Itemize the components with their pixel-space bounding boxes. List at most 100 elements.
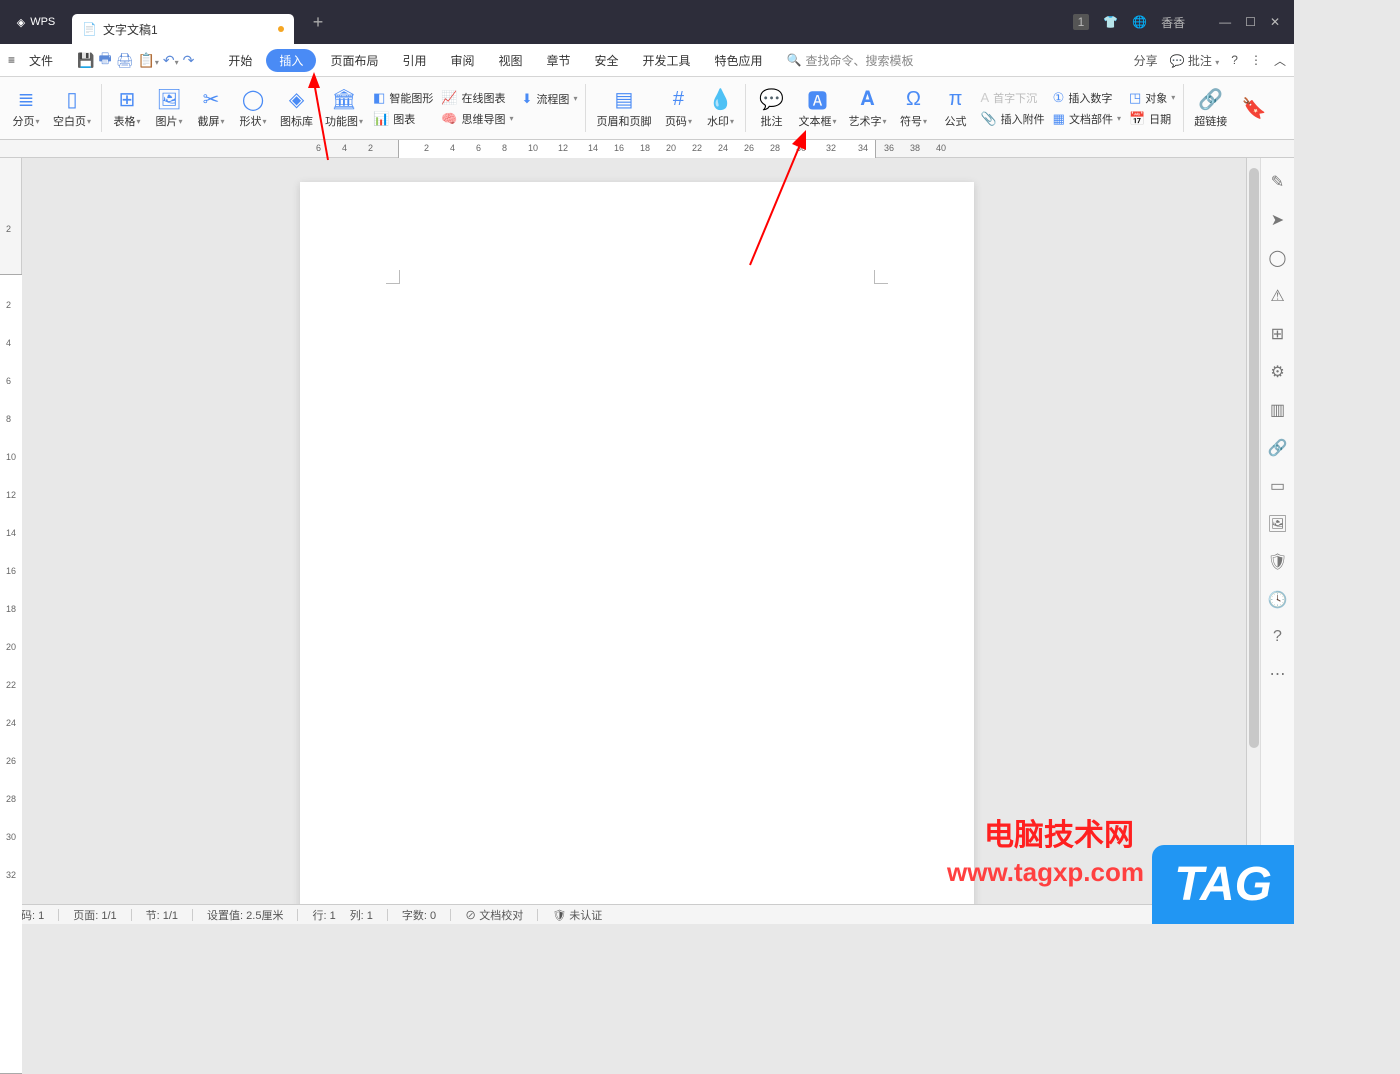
document-page[interactable] (300, 182, 974, 904)
cursor-icon[interactable]: ➤ (1271, 210, 1284, 230)
blank-page-button[interactable]: ▯空白页▾ (48, 85, 96, 131)
comment-toggle[interactable]: 💬 批注 ▾ (1170, 52, 1220, 69)
icon-lib-button[interactable]: ◈图标库 (275, 85, 318, 131)
tab-dev-tools[interactable]: 开发工具 (633, 48, 701, 73)
header-footer-button[interactable]: ▤页眉和页脚 (591, 85, 656, 131)
print-icon[interactable]: 🖨 (116, 52, 134, 69)
card-icon[interactable]: ▭ (1270, 476, 1285, 496)
more-dots-icon[interactable]: ⋯ (1270, 664, 1286, 684)
save-icon[interactable]: 💾 (77, 52, 94, 69)
scrollbar-vertical[interactable] (1246, 158, 1260, 904)
text-box-button[interactable]: 🅰文本框▾ (793, 85, 841, 131)
shapes-button[interactable]: ◯形状▾ (233, 85, 273, 131)
smart-art-button[interactable]: ◧智能图形 (370, 89, 436, 107)
status-row[interactable]: 行: 1 (312, 907, 335, 923)
hamburger-icon[interactable]: ≡ (8, 53, 15, 67)
bookmark-button[interactable]: 🔖 (1234, 94, 1274, 122)
tab-insert[interactable]: 插入 (266, 49, 316, 72)
print-preview-icon[interactable]: 🖶 (98, 48, 111, 72)
layers-icon[interactable]: ▥ (1270, 400, 1285, 420)
notif-badge[interactable]: 1 (1073, 14, 1090, 30)
status-col[interactable]: 列: 1 (350, 907, 373, 923)
question-icon[interactable]: ? (1273, 628, 1282, 646)
symbol-button[interactable]: Ω符号▾ (893, 85, 933, 131)
insert-number-button[interactable]: ①插入数字 (1050, 89, 1124, 107)
online-chart-button[interactable]: 📈在线图表 (438, 89, 516, 107)
paste-icon[interactable]: 📋▾ (137, 52, 158, 69)
mind-map-button[interactable]: 🧠思维导图▾ (438, 110, 516, 128)
status-set-value[interactable]: 设置值: 2.5厘米 (207, 907, 283, 923)
canvas[interactable] (22, 158, 1246, 904)
search-icon[interactable]: 🔍 (787, 53, 802, 67)
word-art-button[interactable]: 𝐀艺术字▾ (843, 85, 891, 131)
tab-view[interactable]: 视图 (488, 48, 532, 73)
scrollbar-thumb[interactable] (1249, 168, 1259, 748)
image-icon[interactable]: 🖼 (1267, 514, 1287, 534)
tab-security[interactable]: 安全 (585, 48, 629, 73)
tab-chapter[interactable]: 章节 (537, 48, 581, 73)
page-break-button[interactable]: ≣分页▾ (6, 85, 46, 131)
undo-icon[interactable]: ↶▾ (163, 52, 179, 69)
comment-button[interactable]: 💬批注 (751, 85, 791, 131)
settings-icon[interactable]: ⚙ (1270, 362, 1284, 382)
chart-button[interactable]: 📊图表 (370, 110, 436, 128)
watermark-url: www.tagxp.com (947, 857, 1144, 888)
new-tab-button[interactable]: + (304, 8, 332, 36)
watermark-button[interactable]: 💧水印▾ (700, 85, 740, 131)
date-button[interactable]: 📅日期 (1126, 110, 1178, 128)
grid-icon[interactable]: ⊞ (1271, 324, 1284, 344)
table-button[interactable]: ⊞表格▾ (107, 85, 147, 131)
statusbar: 页码: 1 页面: 1/1 节: 1/1 设置值: 2.5厘米 行: 1 列: … (0, 904, 1294, 924)
ruler-vertical[interactable]: 2 2 4 6 8 10 12 14 16 18 20 22 24 26 28 … (0, 158, 22, 904)
screenshot-button[interactable]: ✂截屏▾ (191, 85, 231, 131)
equation-button[interactable]: π公式 (935, 85, 975, 131)
ruler-horizontal[interactable]: 6 4 2 2 4 6 8 10 12 14 16 18 20 22 24 26… (0, 140, 1294, 158)
proof-icon[interactable]: ⊘ 文档校对 (465, 907, 523, 923)
doc-parts-button[interactable]: ▦文档部件▾ (1050, 110, 1124, 128)
doc-title: 文字文稿1 (103, 21, 158, 38)
file-menu[interactable]: 文件 (19, 48, 63, 73)
redo-icon[interactable]: ↷ (183, 52, 195, 69)
link-icon[interactable]: 🔗 (1268, 438, 1288, 458)
auth-icon[interactable]: 🛡 未认证 (552, 907, 602, 923)
wps-home-tab[interactable]: ◈ WPS (0, 0, 72, 44)
document-tab[interactable]: 📄 文字文稿1 (72, 14, 294, 44)
history-icon[interactable]: 🕓 (1268, 590, 1288, 610)
page-number-button[interactable]: #页码▾ (658, 85, 698, 131)
warning-icon[interactable]: ⚠ (1270, 286, 1284, 306)
share-button[interactable]: 分享 (1134, 52, 1158, 69)
object-button[interactable]: ◳对象▾ (1126, 89, 1178, 107)
insert-attach-button[interactable]: 📎插入附件 (977, 110, 1047, 128)
minimize-icon[interactable]: — (1219, 15, 1231, 29)
close-icon[interactable]: ✕ (1270, 15, 1280, 29)
tab-review[interactable]: 审阅 (440, 48, 484, 73)
status-page[interactable]: 页面: 1/1 (73, 907, 116, 923)
function-chart-button[interactable]: 🏛功能图▾ (320, 85, 368, 131)
hyperlink-button[interactable]: 🔗超链接 (1189, 85, 1232, 131)
globe-icon[interactable]: 🌐 (1132, 15, 1147, 29)
status-section[interactable]: 节: 1/1 (146, 907, 178, 923)
menubar: ≡ 文件 💾 🖶 🖨 📋▾ ↶▾ ↷ 开始 插入 页面布局 引用 审阅 视图 章… (0, 44, 1294, 77)
window-controls: 1 👕 🌐 香香 — ☐ ✕ (1073, 14, 1294, 31)
tag-badge: TAG (1152, 845, 1294, 924)
user-name[interactable]: 香香 (1161, 14, 1185, 31)
picture-button[interactable]: 🖼图片▾ (149, 85, 189, 131)
help-icon[interactable]: ? (1231, 53, 1238, 67)
tab-special[interactable]: 特色应用 (705, 48, 773, 73)
tab-reference[interactable]: 引用 (392, 48, 436, 73)
skin-icon[interactable]: 👕 (1103, 15, 1118, 29)
doc-icon: 📄 (82, 22, 97, 36)
shield-icon[interactable]: 🛡 (1267, 552, 1287, 572)
pen-icon[interactable]: ✎ (1271, 172, 1284, 192)
status-words[interactable]: 字数: 0 (402, 907, 436, 923)
side-panel: ✎ ➤ ◯ ⚠ ⊞ ⚙ ▥ 🔗 ▭ 🖼 🛡 🕓 ? ⋯ (1260, 158, 1294, 904)
more-icon[interactable]: ⋮ (1250, 53, 1262, 67)
margin-marker-tl (386, 270, 400, 284)
tab-page-layout[interactable]: 页面布局 (320, 48, 388, 73)
collapse-ribbon-icon[interactable]: ︿ (1274, 52, 1286, 69)
tab-start[interactable]: 开始 (218, 48, 262, 73)
flow-chart-button[interactable]: ⬇流程图▾ (519, 90, 581, 108)
maximize-icon[interactable]: ☐ (1245, 15, 1256, 29)
search-placeholder[interactable]: 查找命令、搜索模板 (806, 52, 914, 69)
lasso-icon[interactable]: ◯ (1269, 248, 1287, 268)
